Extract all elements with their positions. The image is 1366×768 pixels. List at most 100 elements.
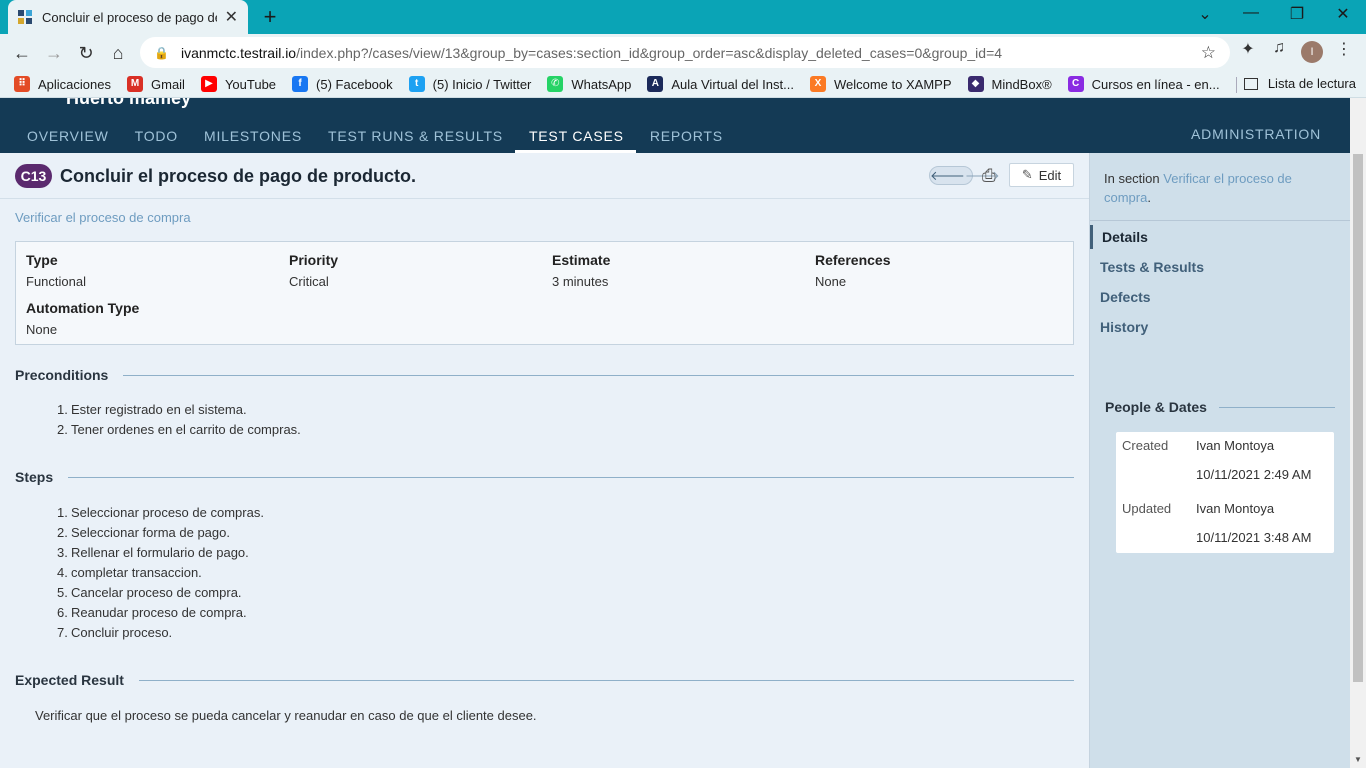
bookmark-star-icon[interactable]: ☆ <box>1201 43 1216 63</box>
step-item-text: Rellenar el formulario de pago. <box>71 545 249 560</box>
scrollbar-thumb[interactable] <box>1353 154 1363 682</box>
preconditions-list: 1. Ester registrado en el sistema. 2. Tener… <box>57 400 301 440</box>
whatsapp-icon: ✆ <box>547 76 564 92</box>
step-item-text: completar transaccion. <box>71 565 202 580</box>
step-item-text: Seleccionar forma de pago. <box>71 525 230 540</box>
prop-priority-label: Priority <box>289 252 339 268</box>
precondition-item: 2. Tener ordenes en el carrito de compras… <box>57 420 301 440</box>
list-number: 2. <box>57 525 68 540</box>
home-icon[interactable]: ⌂ <box>104 39 132 67</box>
tab-search-chevron-icon[interactable]: ⌄ <box>1190 4 1220 24</box>
address-bar[interactable]: 🔒 ivanmctc.testrail.io/index.php?/cases/… <box>140 37 1230 68</box>
nav-todo[interactable]: TODO <box>121 126 190 153</box>
bookmark-twitter[interactable]: t (5) Inicio / Twitter <box>408 76 531 92</box>
sidebar-divider <box>1090 220 1351 221</box>
close-tab-icon[interactable]: ✕ <box>225 7 238 27</box>
browser-toolbar: ← → ↻ ⌂ 🔒 ivanmctc.testrail.io/index.php… <box>0 34 1366 71</box>
active-tab-indicator <box>1090 225 1093 249</box>
back-arrow-icon[interactable]: ← <box>8 39 36 67</box>
nav-test-cases[interactable]: TEST CASES <box>514 126 636 153</box>
nav-administration[interactable]: ADMINISTRATION <box>1191 126 1321 142</box>
profile-avatar[interactable]: I <box>1301 41 1323 63</box>
steps-heading-label: Steps <box>15 469 54 485</box>
case-properties-table: Type Functional Priority Critical Estima… <box>15 241 1074 345</box>
sidebar-item-details[interactable]: Details <box>1102 229 1148 245</box>
restore-window-icon[interactable]: ❐ <box>1282 4 1312 24</box>
edit-button[interactable]: ✎ Edit <box>1009 163 1074 187</box>
step-item-text: Seleccionar proceso de compras. <box>71 505 264 520</box>
mindbox-icon: ◆ <box>967 76 984 92</box>
prop-estimate: Estimate 3 minutes <box>552 252 610 289</box>
bookmark-aula[interactable]: A Aula Virtual del Inst... <box>647 76 794 92</box>
media-control-icon[interactable]: ♫ <box>1266 39 1292 57</box>
list-number: 4. <box>57 565 68 580</box>
page-scrollbar[interactable]: ▼ <box>1350 98 1366 768</box>
reading-list-button[interactable]: Lista de lectura <box>1243 76 1356 91</box>
list-number: 6. <box>57 605 68 620</box>
steps-heading: Steps <box>15 469 1074 485</box>
list-number: 1. <box>57 402 68 417</box>
reload-icon[interactable]: ↻ <box>72 39 100 67</box>
app-header: Huerto mamey OVERVIEW TODO MILESTONES TEST … <box>0 98 1366 153</box>
step-item: 6. Reanudar proceso de compra. <box>57 603 264 623</box>
heading-divider <box>68 476 1074 478</box>
step-item: 3. Rellenar el formulario de pago. <box>57 543 264 563</box>
browser-menu-icon[interactable]: ⋮ <box>1331 39 1357 59</box>
browser-tab[interactable]: Concluir el proceso de pago de p ✕ <box>8 0 248 34</box>
bookmark-whatsapp[interactable]: ✆ WhatsApp <box>547 76 631 92</box>
apps-grid-icon: ⠿ <box>14 76 30 92</box>
minimize-window-icon[interactable]: — <box>1236 4 1266 22</box>
prop-estimate-value: 3 minutes <box>552 274 609 289</box>
in-section-prefix: In section <box>1104 171 1164 186</box>
new-tab-button[interactable]: + <box>258 4 282 30</box>
project-name[interactable]: Huerto mamey <box>66 98 191 109</box>
top-navigation: OVERVIEW TODO MILESTONES TEST RUNS & RESULT… <box>0 126 735 153</box>
sidebar-item-tests-results[interactable]: Tests & Results <box>1100 259 1204 275</box>
step-item: 4. completar transaccion. <box>57 563 264 583</box>
twitter-icon: t <box>408 76 425 92</box>
nav-milestones[interactable]: MILESTONES <box>190 126 314 153</box>
prop-type: Type Functional <box>26 252 86 289</box>
bookmark-youtube[interactable]: ▶ YouTube <box>200 76 276 92</box>
bookmark-xampp[interactable]: X Welcome to XAMPP <box>809 76 952 92</box>
bookmark-label: Aplicaciones <box>38 76 111 92</box>
extensions-puzzle-icon[interactable]: ✦ <box>1235 39 1261 59</box>
xampp-icon: X <box>809 76 826 92</box>
sidebar-item-history[interactable]: History <box>1100 319 1148 335</box>
forward-arrow-icon[interactable]: → <box>40 39 68 67</box>
scroll-down-arrow-icon[interactable]: ▼ <box>1354 755 1362 764</box>
bookmark-facebook[interactable]: f (5) Facebook <box>292 76 393 92</box>
nav-reports[interactable]: REPORTS <box>636 126 735 153</box>
reading-list-icon <box>1243 77 1258 90</box>
step-item-text: Concluir proceso. <box>71 625 173 640</box>
right-sidebar: In section Verificar el proceso de compr… <box>1089 153 1351 768</box>
precondition-item: 1. Ester registrado en el sistema. <box>57 400 301 420</box>
bookmark-cursos[interactable]: C Cursos en línea - en... <box>1067 76 1220 92</box>
close-window-icon[interactable]: ✕ <box>1328 4 1358 24</box>
prop-priority-value: Critical <box>289 274 329 289</box>
list-number: 5. <box>57 585 68 600</box>
aula-icon: A <box>647 76 664 92</box>
bookmark-apps-grid[interactable]: ⠿ Aplicaciones <box>14 76 111 92</box>
tab-title: Concluir el proceso de pago de p <box>42 9 217 25</box>
nav-test-runs-results[interactable]: TEST RUNS & RESULTS <box>314 126 515 153</box>
previous-case-arrow-icon[interactable]: 🡐 <box>930 168 965 184</box>
people-dates-box: Created Ivan Montoya 10/11/2021 2:49 AM … <box>1116 432 1334 553</box>
nav-overview[interactable]: OVERVIEW <box>0 126 121 153</box>
bookmark-mindbox[interactable]: ◆ MindBox® <box>967 76 1052 92</box>
bookmark-label: Aula Virtual del Inst... <box>671 76 794 92</box>
prop-estimate-label: Estimate <box>552 252 611 268</box>
steps-list: 1. Seleccionar proceso de compras. 2. Selec… <box>57 503 264 643</box>
heading-divider <box>123 374 1074 376</box>
expected-result-heading-label: Expected Result <box>15 672 124 688</box>
testrail-favicon-icon <box>18 10 32 24</box>
in-section-info: In section Verificar el proceso de compr… <box>1104 169 1334 207</box>
preconditions-heading: Preconditions <box>15 367 1074 383</box>
sidebar-item-defects[interactable]: Defects <box>1100 289 1151 305</box>
url-path: /index.php?/cases/view/13&group_by=cases… <box>296 44 1003 61</box>
case-id-badge: C13 <box>15 164 52 188</box>
print-icon[interactable]: ⎙ <box>982 166 996 186</box>
bookmark-gmail[interactable]: M Gmail <box>127 76 185 92</box>
section-breadcrumb-link[interactable]: Verificar el proceso de compra <box>15 210 191 225</box>
bookmark-label: WhatsApp <box>571 76 632 92</box>
